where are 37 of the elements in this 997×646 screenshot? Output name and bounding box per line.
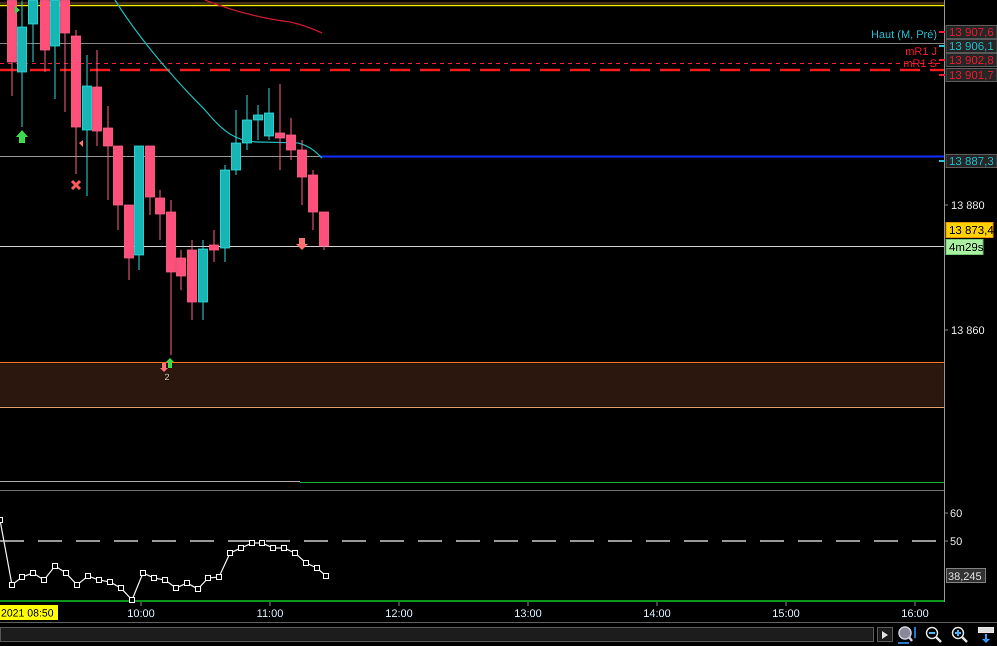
- price-tick: 13 880: [951, 200, 985, 212]
- countdown-label: 4m29s: [946, 239, 984, 255]
- down-arrow-icon: [160, 363, 168, 372]
- time-tick: 15:00: [772, 608, 800, 620]
- zoom-in-icon: [950, 626, 969, 644]
- price-label: 13 901,7: [946, 68, 997, 82]
- cross-icon: [70, 180, 82, 190]
- scrollbar-track[interactable]: [0, 627, 874, 642]
- price-label: 13 906,1: [946, 39, 997, 53]
- down-arrow-icon: [296, 238, 308, 250]
- up-arrow-icon: [16, 130, 28, 143]
- up-arrow-icon: [166, 358, 174, 368]
- time-cursor-label: 2021 08:50: [0, 605, 58, 620]
- keyboard-down-arrow-icon: [976, 626, 994, 644]
- oscillator-tick: 50: [950, 536, 962, 548]
- time-tick: 16:00: [901, 608, 929, 620]
- magnifier-arrows-icon: [897, 624, 918, 644]
- right-triangle-icon: [882, 630, 888, 638]
- triangle-icon: [15, 6, 20, 14]
- last-price-label: 13 873,4: [946, 222, 994, 238]
- oscillator-tick: 60: [950, 508, 962, 520]
- time-tick: 11:00: [256, 608, 284, 620]
- time-tick: 10:00: [127, 608, 155, 620]
- price-label: 13 907,6: [946, 25, 997, 39]
- price-label: 13 887,3: [946, 154, 997, 168]
- zoom-out-icon: [924, 626, 943, 644]
- level-label: Haut (M, Pré): [870, 29, 937, 41]
- signal-count: 2: [164, 372, 170, 382]
- price-label: 13 902,8: [946, 53, 997, 67]
- time-tick: 13:00: [514, 608, 542, 620]
- scroll-right-button[interactable]: [877, 627, 894, 642]
- oscillator-value-label: 38,245: [946, 568, 986, 583]
- time-tick: 14:00: [643, 608, 671, 620]
- price-tick: 13 860: [951, 325, 985, 337]
- triangle-icon: [79, 140, 83, 147]
- level-label: mR1 J: [905, 46, 937, 58]
- time-tick: 12:00: [385, 608, 413, 620]
